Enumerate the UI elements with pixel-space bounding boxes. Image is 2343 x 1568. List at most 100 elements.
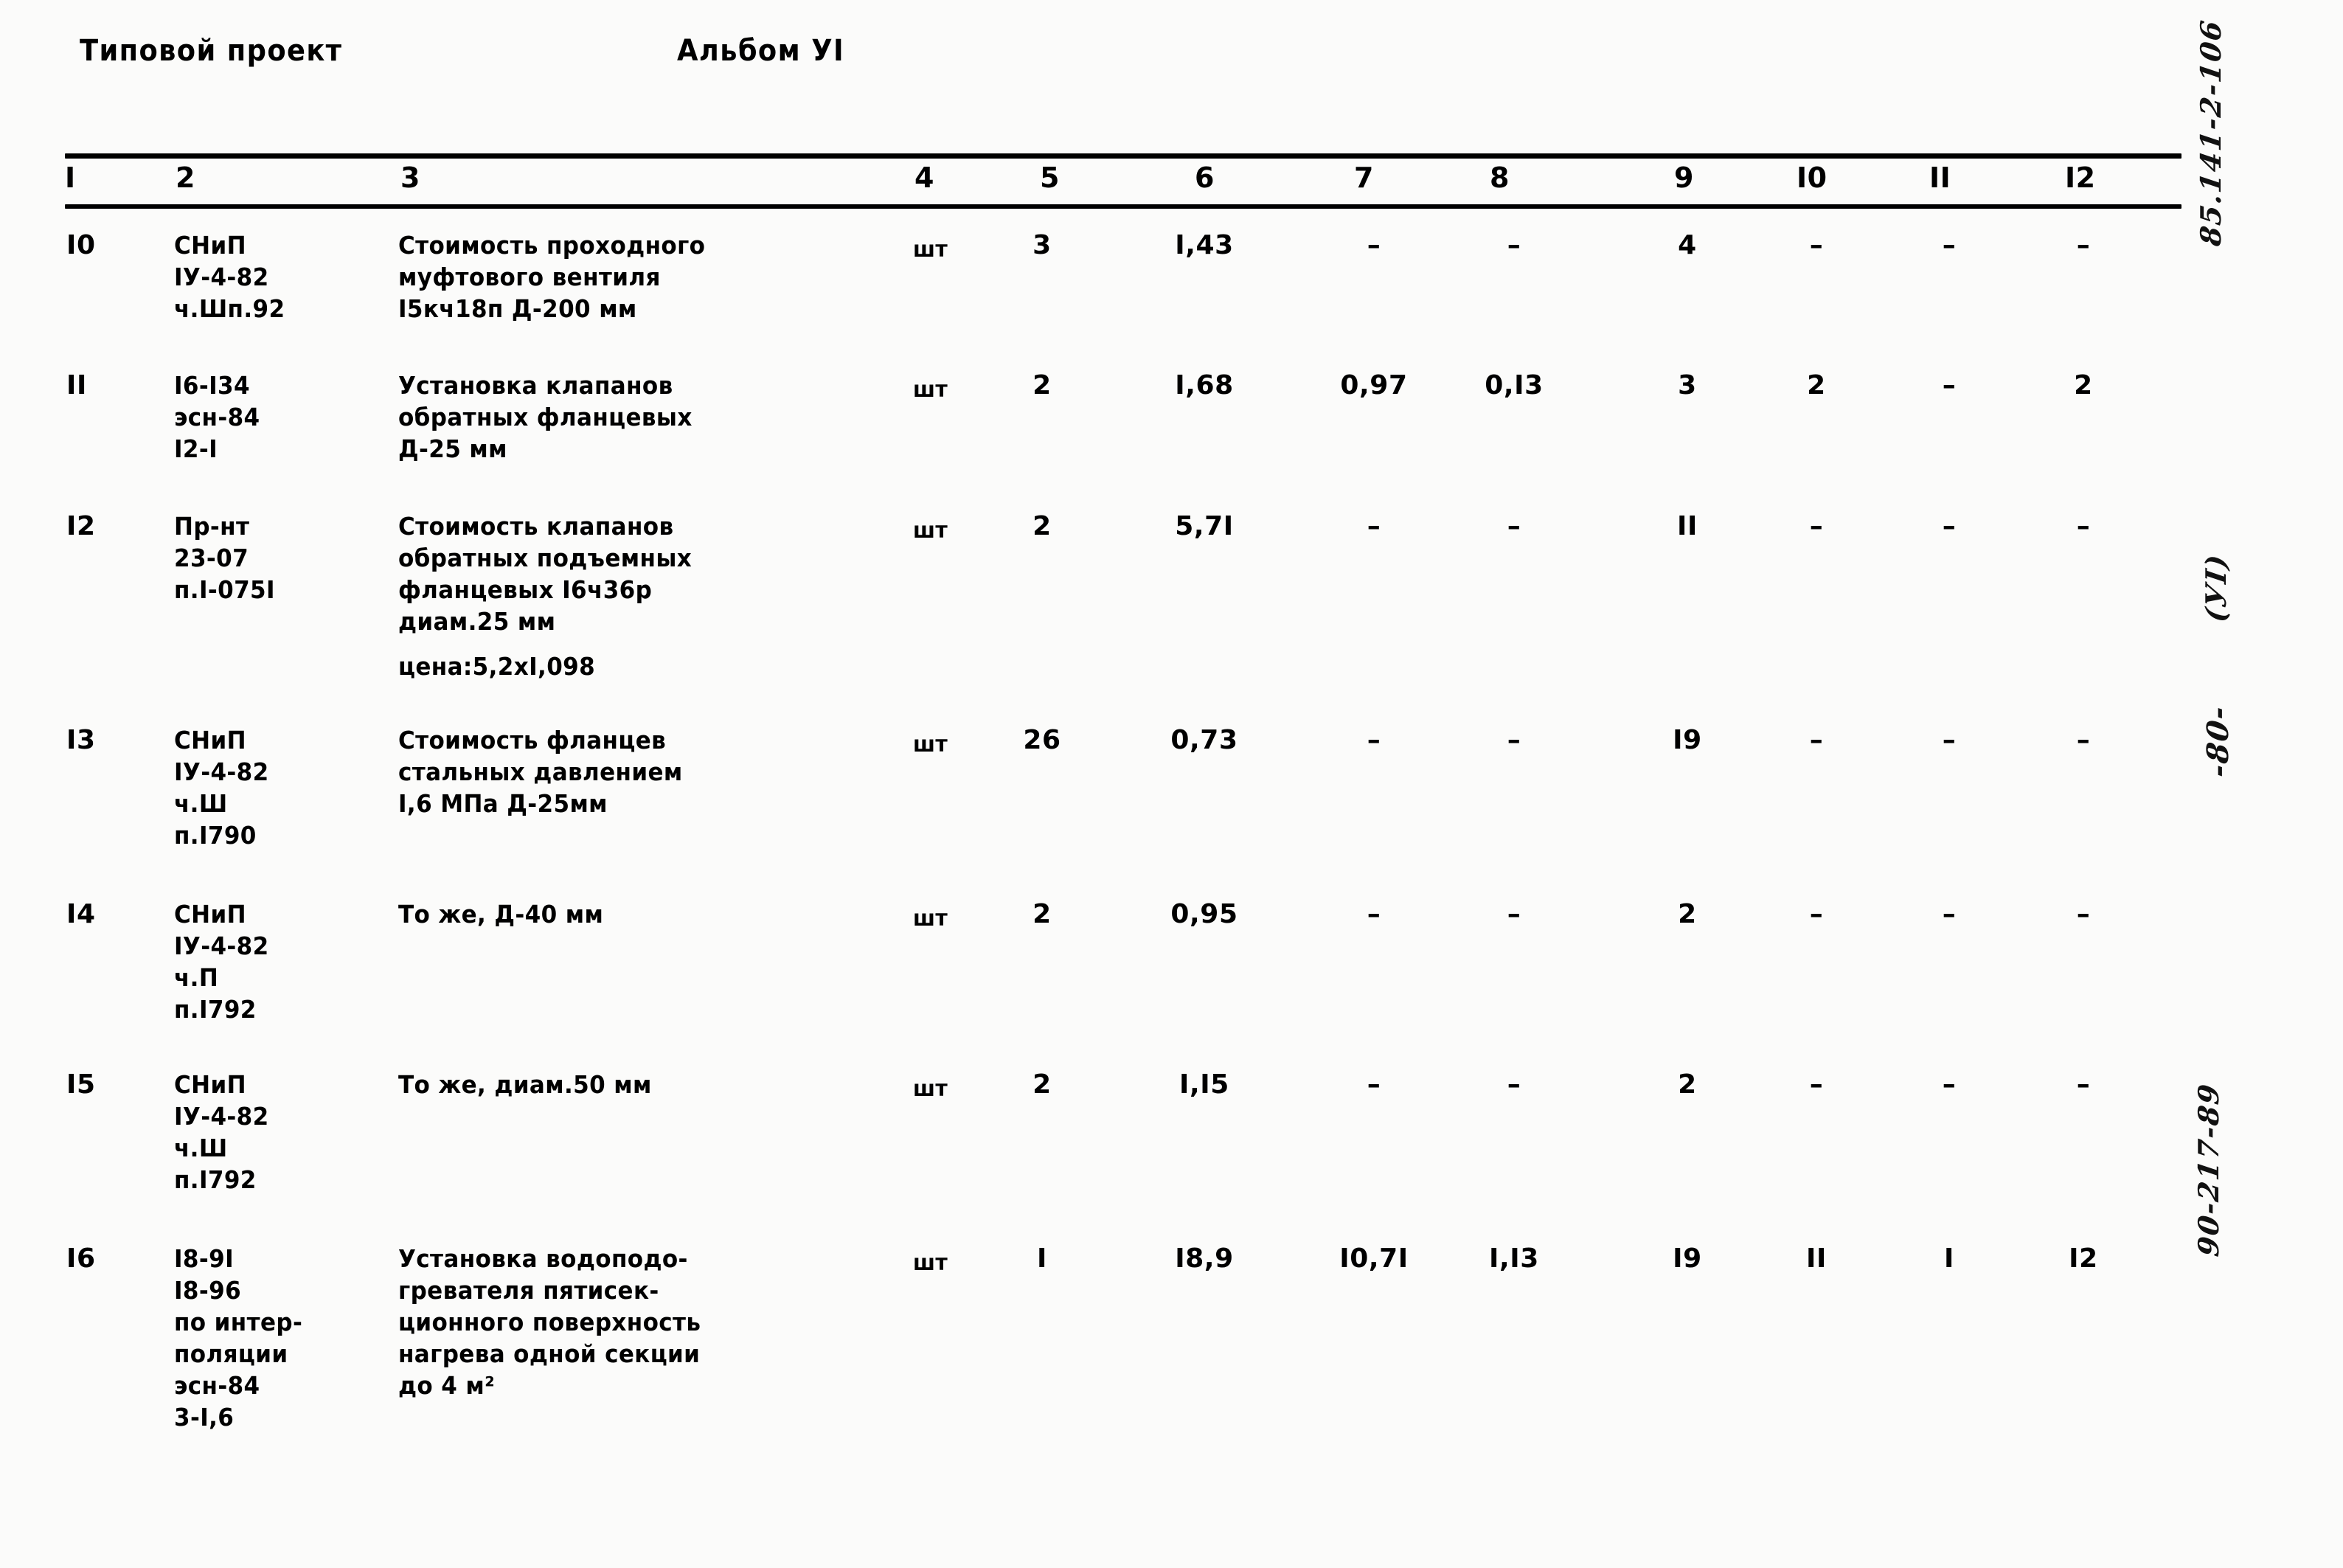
row-col12: I2 (2069, 1243, 2098, 1274)
row-code: I6-I34 эсн-84 I2-I (174, 371, 260, 463)
table-column-header-row: I 2 3 4 5 6 7 8 9 I0 II I2 (65, 159, 2181, 204)
row-unit: шт (913, 377, 948, 403)
row-col8: – (1507, 230, 1521, 260)
row-code: СНиП IУ-4-82 ч.Ш п.I790 (174, 726, 269, 850)
row-col8: – (1507, 1069, 1521, 1100)
row-col5: 2 (1032, 370, 1052, 400)
row-col5: 3 (1032, 230, 1052, 260)
row-col9: 2 (1678, 899, 1697, 929)
row-col11: – (1942, 511, 1957, 541)
row-unit: шт (913, 1250, 948, 1276)
table-row: II I6-I34 эсн-84 I2-I Установка клапанов… (65, 353, 2181, 497)
column-header-12: I2 (2065, 162, 2096, 194)
column-header-4: 4 (914, 162, 934, 194)
row-price-note: цена:5,2хI,098 (398, 652, 596, 681)
row-col5: 2 (1032, 899, 1052, 929)
row-col7: – (1367, 725, 1381, 755)
table-row: I5 СНиП IУ-4-82 ч.Ш п.I792 То же, диам.5… (65, 1054, 2181, 1229)
row-col7: – (1367, 1069, 1381, 1100)
row-col6: 0,95 (1170, 899, 1238, 929)
row-col11: I (1944, 1243, 1954, 1274)
document-header: Типовой проект Альбом УI (80, 34, 1997, 86)
row-col7: 0,97 (1340, 370, 1408, 400)
table-row: I3 СНиП IУ-4-82 ч.Ш п.I790 Стоимость фла… (65, 712, 2181, 882)
row-col8: 0,I3 (1485, 370, 1544, 400)
row-col11: – (1942, 230, 1957, 260)
row-col10: – (1809, 1069, 1824, 1100)
column-header-2: 2 (176, 162, 195, 194)
row-col5: 2 (1032, 1069, 1052, 1100)
row-description: Установка водоподо- гревателя пятисек- ц… (398, 1244, 701, 1400)
row-description: Стоимость проходного муфтового вентиля I… (398, 231, 706, 323)
margin-note-code: 85.141-2-106 (2194, 17, 2227, 249)
row-col9: 3 (1678, 370, 1697, 400)
margin-note-album: (УI) (2199, 551, 2232, 625)
row-col9: I9 (1673, 1243, 1702, 1274)
row-number: I4 (66, 899, 96, 929)
row-col12: 2 (2074, 370, 2093, 400)
row-col10: 2 (1807, 370, 1826, 400)
row-col12: – (2076, 230, 2091, 260)
row-col10: – (1809, 230, 1824, 260)
row-col5: I (1037, 1243, 1047, 1274)
row-number: I2 (66, 511, 96, 541)
row-col6: I,I5 (1179, 1069, 1229, 1100)
row-col6: I,43 (1175, 230, 1234, 260)
column-header-7: 7 (1354, 162, 1374, 194)
row-col10: – (1809, 899, 1824, 929)
row-col9: II (1677, 511, 1698, 541)
row-col11: – (1942, 1069, 1957, 1100)
page-title: Типовой проект (80, 34, 343, 68)
row-number: I6 (66, 1243, 96, 1274)
row-col6: I,68 (1175, 370, 1234, 400)
row-col10: – (1809, 725, 1824, 755)
row-col8: – (1507, 899, 1521, 929)
row-col6: I8,9 (1175, 1243, 1234, 1274)
row-col11: – (1942, 370, 1957, 400)
row-unit: шт (913, 237, 948, 263)
table-top-rule (65, 153, 2181, 159)
row-description: Стоимость клапанов обратных подъемных фл… (398, 512, 693, 636)
row-col12: – (2076, 1069, 2091, 1100)
row-unit: шт (913, 732, 948, 757)
table-row: I4 СНиП IУ-4-82 ч.П п.I792 То же, Д-40 м… (65, 882, 2181, 1054)
row-number: I5 (66, 1069, 96, 1100)
row-description: То же, Д-40 мм (398, 900, 604, 929)
row-col9: I9 (1673, 725, 1702, 755)
row-col5: 2 (1032, 511, 1052, 541)
row-col10: II (1806, 1243, 1827, 1274)
column-header-11: II (1929, 162, 1951, 194)
row-col10: – (1809, 511, 1824, 541)
row-col7: – (1367, 899, 1381, 929)
table-row: I6 I8-9I I8-96 по интер- поляции эсн-84 … (65, 1229, 2181, 1473)
column-header-5: 5 (1040, 162, 1060, 194)
column-header-1: I (65, 162, 76, 194)
row-col12: – (2076, 899, 2091, 929)
row-unit: шт (913, 1076, 948, 1102)
row-code: СНиП IУ-4-82 ч.П п.I792 (174, 900, 269, 1024)
row-col5: 26 (1023, 725, 1061, 755)
table-row: I0 СНиП IУ-4-82 ч.Шп.92 Стоимость проход… (65, 209, 2181, 353)
table-body: I0 СНиП IУ-4-82 ч.Шп.92 Стоимость проход… (65, 209, 2181, 1473)
row-col9: 2 (1678, 1069, 1697, 1100)
column-header-3: 3 (400, 162, 420, 194)
row-col8: I,I3 (1489, 1243, 1539, 1274)
row-unit: шт (913, 906, 948, 932)
row-description: То же, диам.50 мм (398, 1070, 652, 1099)
row-code: СНиП IУ-4-82 ч.Шп.92 (174, 231, 285, 323)
row-unit: шт (913, 518, 948, 544)
row-description: Стоимость фланцев стальных давлением I,6… (398, 726, 683, 818)
row-description: Установка клапанов обратных фланцевых Д-… (398, 371, 693, 463)
row-col11: – (1942, 725, 1957, 755)
row-col8: – (1507, 725, 1521, 755)
column-header-8: 8 (1490, 162, 1510, 194)
margin-note-page: -80- (2201, 703, 2235, 780)
row-code: СНиП IУ-4-82 ч.Ш п.I792 (174, 1070, 269, 1194)
row-col12: – (2076, 725, 2091, 755)
row-number: II (66, 370, 87, 400)
row-col12: – (2076, 511, 2091, 541)
album-label: Альбом УI (677, 34, 845, 68)
row-code: Пр-нт 23-07 п.I-075I (174, 512, 275, 604)
table-row: I2 Пр-нт 23-07 п.I-075I Стоимость клапан… (65, 497, 2181, 712)
margin-note-stamp: 90-217-89 (2192, 1080, 2225, 1259)
